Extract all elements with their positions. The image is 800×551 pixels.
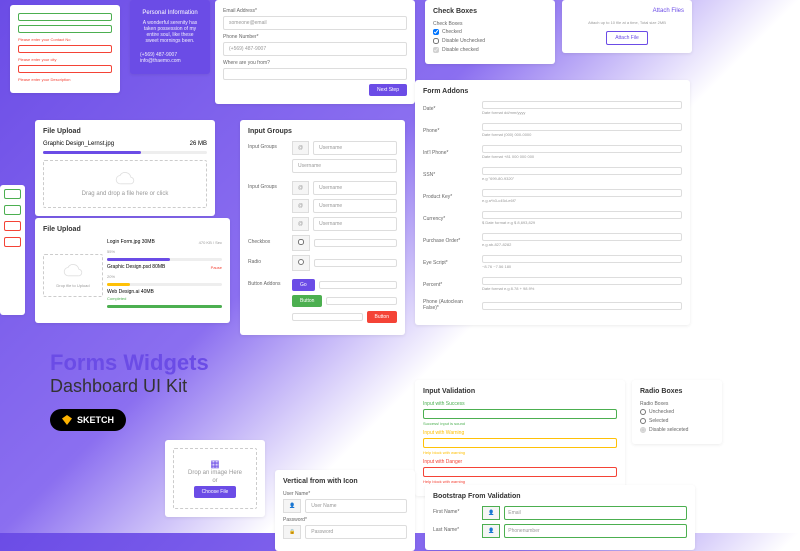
radio-1[interactable]: Unchecked <box>640 409 714 415</box>
choose-file-button[interactable]: Choose File <box>194 486 237 498</box>
input-warning[interactable] <box>423 438 617 448</box>
radio-title: Radio Boxes <box>640 388 714 395</box>
input[interactable] <box>18 25 112 33</box>
input[interactable] <box>18 13 112 21</box>
password-input[interactable]: Password <box>305 525 407 539</box>
ln-input[interactable]: Phonenumber <box>504 524 687 538</box>
vf-title: Vertical from with Icon <box>283 478 407 485</box>
input[interactable] <box>18 65 112 73</box>
desc: A wonderful serenity has taken possessio… <box>140 20 200 44</box>
input-success[interactable] <box>423 409 617 419</box>
ig-input[interactable]: Username <box>313 199 397 213</box>
user-icon: 👤 <box>482 524 500 538</box>
input[interactable] <box>18 45 112 53</box>
cloud-icon <box>115 171 135 185</box>
user-icon: @ <box>292 199 309 213</box>
where-input[interactable] <box>223 68 407 80</box>
attach-hint: Attach up to 10 file at a time, Total si… <box>570 20 684 25</box>
fu1-title: File Upload <box>43 128 207 135</box>
user-icon: 👤 <box>482 506 500 520</box>
heading: Personal Information <box>140 10 200 16</box>
sketch-badge: SKETCH <box>50 409 126 431</box>
dropzone[interactable]: Drag and drop a file here or click <box>43 160 207 208</box>
attach-button[interactable]: Attach File <box>606 31 648 45</box>
attach-link[interactable]: Attach Files <box>570 8 684 14</box>
radio-2[interactable]: Selected <box>640 418 714 424</box>
radio-3[interactable]: Disable seleceted <box>640 427 714 433</box>
image-dropzone[interactable]: ▦ Drop an image Here or Choose File <box>173 448 257 509</box>
input-danger[interactable] <box>423 467 617 477</box>
bs-title: Bootstrap From Validation <box>433 493 687 500</box>
cb-3[interactable]: Disable checked <box>433 47 547 53</box>
ig-input[interactable]: Username <box>313 141 397 155</box>
cb-1[interactable]: Checked <box>433 29 547 35</box>
title-2: Dashboard UI Kit <box>50 376 209 397</box>
dropzone[interactable]: Drop file to Upload <box>43 254 103 297</box>
fu2-title: File Upload <box>43 226 222 233</box>
f3: Web Design.ai 40MB <box>107 289 222 295</box>
user-icon: @ <box>292 217 309 231</box>
ig-input[interactable]: Username <box>292 159 397 173</box>
f1-meta: 470 KB / Sec <box>199 240 222 245</box>
where-label: Where are you from? <box>223 60 407 66</box>
val-title: Input Validation <box>423 388 617 395</box>
error: Please enter your Contact No <box>18 37 112 42</box>
phone-input[interactable]: (+569) 487-9007 <box>223 42 407 56</box>
email-input[interactable]: someone@email <box>223 16 407 30</box>
phone-label: Phone Number* <box>223 34 407 40</box>
f1: Login Form.jpg 30MB <box>107 239 195 245</box>
f2-status: Pause <box>211 265 222 270</box>
ig-input[interactable]: Username <box>313 217 397 231</box>
title-1: Forms Widgets <box>50 350 209 376</box>
email-label: Email Address* <box>223 8 407 14</box>
error: Please enter your Description <box>18 77 112 82</box>
file-size: 26 MB <box>190 141 207 147</box>
title-block: Forms Widgets Dashboard UI Kit SKETCH <box>50 350 209 431</box>
next-button[interactable]: Next Step <box>369 84 407 96</box>
cloud-icon <box>63 263 83 277</box>
button-green[interactable]: Button <box>292 295 322 307</box>
username-input[interactable]: User Name <box>305 499 407 513</box>
file-name: Graphic Design_Lernst.jpg <box>43 141 186 147</box>
cb-2[interactable]: Disable Unchecked <box>433 38 547 44</box>
user-icon: @ <box>292 141 309 155</box>
button-red[interactable]: Button <box>367 311 397 323</box>
lock-icon: 🔒 <box>283 525 301 539</box>
user-icon: @ <box>292 181 309 195</box>
checkboxes-title: Check Boxes <box>433 8 547 15</box>
user-icon: 👤 <box>283 499 301 513</box>
email: info@thaemo.com <box>140 58 200 64</box>
cb-label: Check Boxes <box>433 21 547 27</box>
error: Please enter your city <box>18 57 112 62</box>
f2: Graphic Design.psd 80MB <box>107 264 207 270</box>
go-button[interactable]: Go <box>292 279 315 291</box>
ig-title: Input Groups <box>248 128 397 135</box>
ig-input[interactable]: Username <box>313 181 397 195</box>
fn-input[interactable]: Email <box>504 506 687 520</box>
addons-title: Form Addons <box>423 88 682 95</box>
